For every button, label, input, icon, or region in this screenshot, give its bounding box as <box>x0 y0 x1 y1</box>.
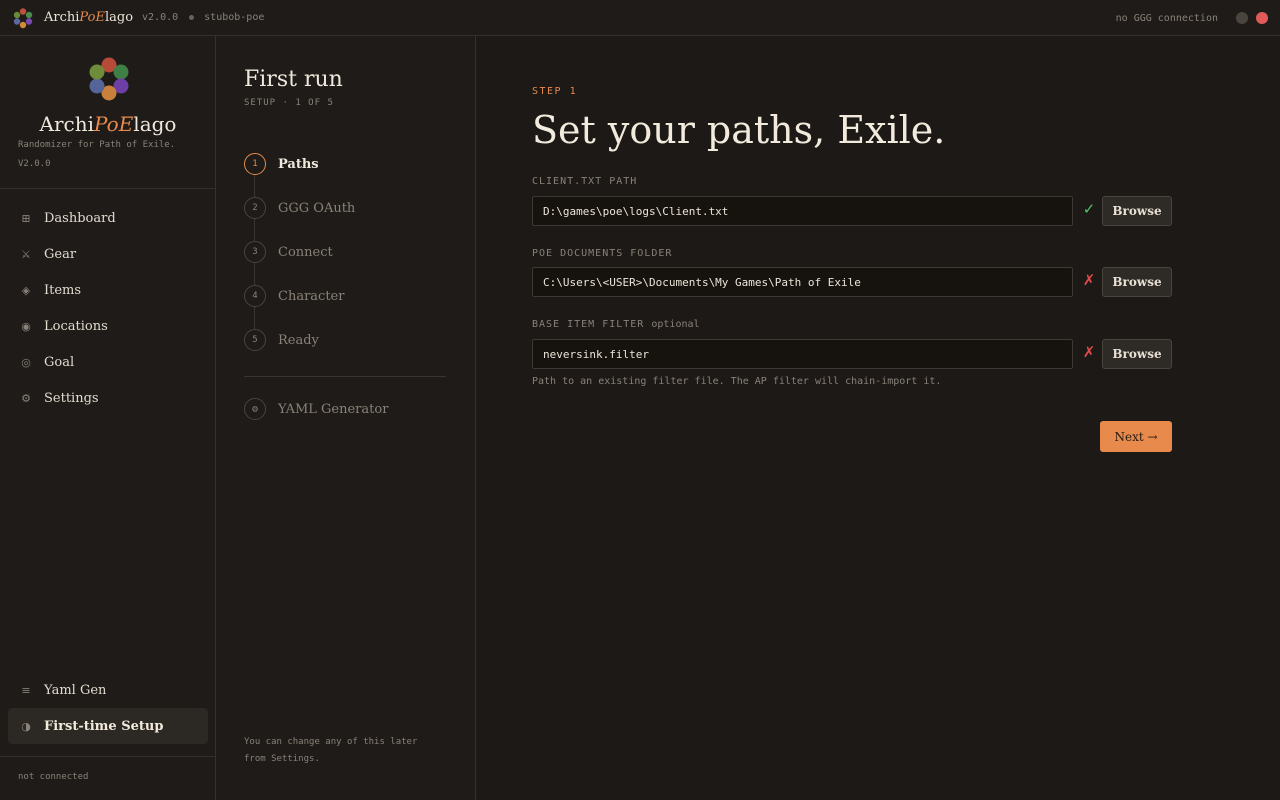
browse-item-filter-button[interactable]: Browse <box>1102 339 1172 369</box>
gear-icon: ⚙ <box>21 391 31 405</box>
client-txt-input[interactable]: D:\games\poe\logs\Client.txt <box>532 196 1073 226</box>
step-connector <box>254 219 255 241</box>
sidebar-item-label: Settings <box>44 390 99 406</box>
filter-hint: Path to an existing filter file. The AP … <box>532 376 942 387</box>
step-connect[interactable]: 3 Connect <box>244 241 333 263</box>
step-label: GGG OAuth <box>278 200 356 216</box>
sidebar-item-first-time-setup[interactable]: ◑ First-time Setup <box>8 708 208 744</box>
page-title: First run <box>244 67 343 92</box>
step-label: Paths <box>278 156 319 172</box>
base-item-filter-label: BASE ITEM FILTER optional <box>532 319 700 330</box>
league-name: stubob-poe <box>204 12 265 23</box>
sidebar-item-label: Dashboard <box>44 210 116 226</box>
sidebar-footer: not connected <box>0 756 216 800</box>
sidebar-item-items[interactable]: ◈ Items <box>8 272 208 308</box>
invalid-cross-icon: ✗ <box>1082 343 1096 361</box>
step-number: 1 <box>244 153 266 175</box>
poe-documents-input[interactable]: C:\Users\<USER>\Documents\My Games\Path … <box>532 267 1073 297</box>
step-paths[interactable]: 1 Paths <box>244 153 319 175</box>
step-indicator: STEP 1 <box>532 86 578 97</box>
client-txt-label: CLIENT.TXT PATH <box>532 176 638 187</box>
sidebar-nav: ⊞ Dashboard ⚔ Gear ◈ Items ◉ Locations ◎… <box>8 200 208 416</box>
app-version: v2.0.0 <box>142 12 179 23</box>
step-number: 5 <box>244 329 266 351</box>
step-headline: Set your paths, Exile. <box>532 108 946 152</box>
brand-tagline: Randomizer for Path of Exile. <box>18 140 176 150</box>
sidebar-item-settings[interactable]: ⚙ Settings <box>8 380 208 416</box>
next-button[interactable]: Next → <box>1100 421 1172 452</box>
sidebar-item-label: Gear <box>44 246 77 262</box>
step-label: YAML Generator <box>278 401 389 417</box>
step-number: 3 <box>244 241 266 263</box>
minimize-button[interactable] <box>1236 12 1248 24</box>
brand-version: V2.0.0 <box>18 159 51 169</box>
step-connector <box>254 263 255 285</box>
goal-icon: ◎ <box>21 355 31 369</box>
app-logo-icon <box>12 7 34 29</box>
main-content: STEP 1 Set your paths, Exile. CLIENT.TXT… <box>476 36 1280 800</box>
step-connector <box>254 175 255 197</box>
sidebar-item-label: Yaml Gen <box>44 682 107 698</box>
brand-logo-icon <box>84 56 134 102</box>
step-label: Connect <box>278 244 333 260</box>
sidebar-item-gear[interactable]: ⚔ Gear <box>8 236 208 272</box>
step-label: Character <box>278 288 345 304</box>
dashboard-icon: ⊞ <box>21 211 31 225</box>
step-ready[interactable]: 5 Ready <box>244 329 319 351</box>
brand-name: ArchiPoElago <box>39 112 177 136</box>
step-number: 2 <box>244 197 266 219</box>
sidebar: ArchiPoElago Randomizer for Path of Exil… <box>0 36 216 800</box>
browse-client-txt-button[interactable]: Browse <box>1102 196 1172 226</box>
step-number: 4 <box>244 285 266 307</box>
step-ggg-oauth[interactable]: 2 GGG OAuth <box>244 197 355 219</box>
steps-note: You can change any of this later from Se… <box>244 737 418 764</box>
gear-icon: ⚙ <box>244 398 266 420</box>
contrast-icon: ◑ <box>21 719 31 733</box>
sidebar-item-locations[interactable]: ◉ Locations <box>8 308 208 344</box>
separator-dot <box>189 15 195 20</box>
swords-icon: ⚔ <box>21 247 31 261</box>
poe-documents-label: POE DOCUMENTS FOLDER <box>532 248 673 259</box>
brand-block: ArchiPoElago Randomizer for Path of Exil… <box>0 36 215 189</box>
setup-steps-panel: First run SETUP · 1 OF 5 1 Paths 2 GGG O… <box>216 36 476 800</box>
connection-status: no GGG connection <box>1115 12 1218 24</box>
valid-check-icon: ✓ <box>1082 200 1096 218</box>
step-label: Ready <box>278 332 319 348</box>
sidebar-item-yaml-gen[interactable]: ≡ Yaml Gen <box>8 672 208 708</box>
base-item-filter-input[interactable]: neversink.filter <box>532 339 1073 369</box>
invalid-cross-icon: ✗ <box>1082 271 1096 289</box>
step-connector <box>254 307 255 329</box>
ap-connection-status: not connected <box>18 772 89 782</box>
item-icon: ◈ <box>21 283 31 297</box>
sidebar-item-dashboard[interactable]: ⊞ Dashboard <box>8 200 208 236</box>
location-icon: ◉ <box>21 319 31 333</box>
setup-progress: SETUP · 1 OF 5 <box>244 98 334 108</box>
list-icon: ≡ <box>21 683 31 697</box>
title-bar: ArchiPoElago v2.0.0 stubob-poe no GGG co… <box>0 0 1280 36</box>
sidebar-item-label: Locations <box>44 318 108 334</box>
step-yaml-generator[interactable]: ⚙ YAML Generator <box>244 398 388 420</box>
app-name: ArchiPoElago <box>44 10 134 25</box>
sidebar-item-label: Goal <box>44 354 75 370</box>
step-character[interactable]: 4 Character <box>244 285 344 307</box>
close-button[interactable] <box>1256 12 1268 24</box>
browse-poe-documents-button[interactable]: Browse <box>1102 267 1172 297</box>
steps-divider <box>244 376 446 377</box>
sidebar-item-label: Items <box>44 282 82 298</box>
sidebar-item-goal[interactable]: ◎ Goal <box>8 344 208 380</box>
sidebar-item-label: First-time Setup <box>44 718 164 734</box>
sidebar-bottom-nav: ≡ Yaml Gen ◑ First-time Setup <box>8 672 208 744</box>
